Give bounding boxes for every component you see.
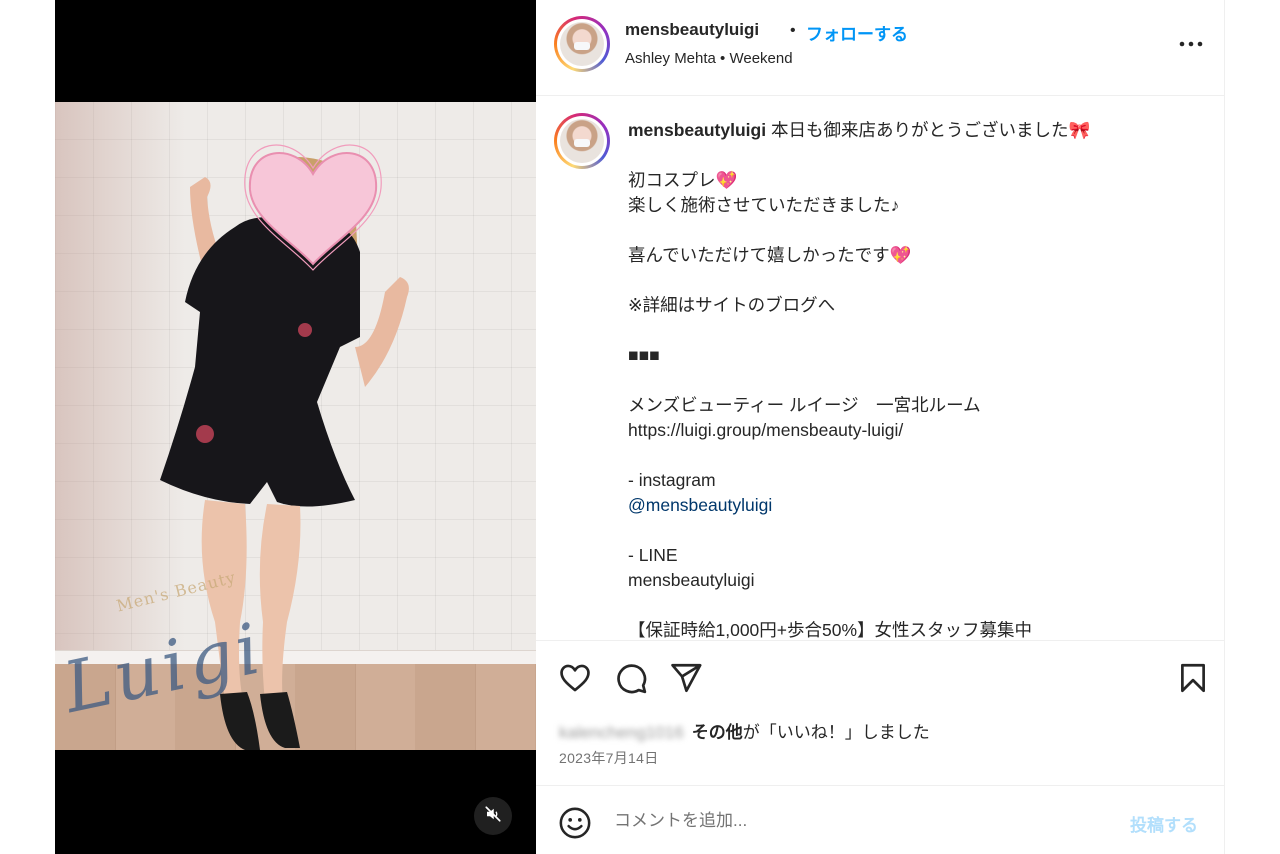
caption-avatar[interactable] bbox=[554, 113, 610, 169]
post-comment-button[interactable]: 投稿する bbox=[1130, 811, 1198, 836]
more-options-button[interactable] bbox=[1176, 32, 1206, 56]
liked-suffix: が「いいね！」しました bbox=[742, 723, 930, 742]
caption-mention-link[interactable]: @mensbeautyluigi bbox=[628, 495, 772, 515]
caption-first-line: 本日も御来店ありがとうございました🎀 bbox=[766, 120, 1091, 140]
save-button[interactable] bbox=[1176, 661, 1210, 700]
post-actions: kalencheng1016 その他が「いいね！」しました 2023年7月14日 bbox=[536, 640, 1225, 785]
post-detail-panel: mensbeautyluigi • フォローする Ashley Mehta • … bbox=[536, 0, 1225, 854]
header-subtitle[interactable]: Ashley Mehta • Weekend bbox=[625, 50, 793, 67]
caption-body-continued: - LINE mensbeautyluigi 【保証時給1,000円+歩合50%… bbox=[628, 545, 1033, 640]
more-horizontal-icon bbox=[1176, 41, 1206, 60]
post-header: mensbeautyluigi • フォローする Ashley Mehta • … bbox=[536, 0, 1225, 96]
share-icon bbox=[669, 663, 703, 699]
comment-button[interactable] bbox=[614, 661, 648, 700]
likes-summary: kalencheng1016 その他が「いいね！」しました bbox=[559, 718, 930, 743]
header-username[interactable]: mensbeautyluigi bbox=[625, 20, 759, 40]
caption-username[interactable]: mensbeautyluigi bbox=[628, 120, 766, 140]
heart-icon bbox=[558, 664, 592, 699]
emoji-button[interactable] bbox=[558, 806, 592, 845]
post-photo[interactable]: Men's Beauty Luigi bbox=[55, 102, 536, 750]
header-separator: • bbox=[790, 22, 796, 39]
comment-icon bbox=[614, 664, 648, 699]
post-date[interactable]: 2023年7月14日 bbox=[559, 748, 659, 768]
like-button[interactable] bbox=[558, 661, 592, 700]
liked-others-link[interactable]: その他 bbox=[692, 723, 743, 742]
comment-input[interactable] bbox=[614, 808, 1084, 834]
liked-by-user[interactable]: kalencheng1016 bbox=[559, 723, 684, 742]
caption-area: mensbeautyluigi 本日も御来店ありがとうございました🎀 初コスプレ… bbox=[536, 96, 1225, 640]
caption-body: 初コスプレ💖 楽しく施術させていただきました♪ 喜んでいただけて嬉しかったです💖… bbox=[628, 170, 981, 490]
speaker-muted-icon bbox=[484, 805, 502, 828]
comment-bar: 投稿する bbox=[536, 785, 1225, 854]
post-media[interactable]: Men's Beauty Luigi bbox=[55, 0, 536, 854]
emoji-smile-icon bbox=[558, 807, 592, 844]
mute-button[interactable] bbox=[474, 797, 512, 835]
follow-button[interactable]: フォローする bbox=[806, 20, 908, 45]
avatar[interactable] bbox=[554, 16, 610, 72]
bookmark-icon bbox=[1176, 663, 1210, 699]
share-button[interactable] bbox=[669, 661, 703, 700]
caption-text: mensbeautyluigi 本日も御来店ありがとうございました🎀 初コスプレ… bbox=[628, 118, 1188, 640]
